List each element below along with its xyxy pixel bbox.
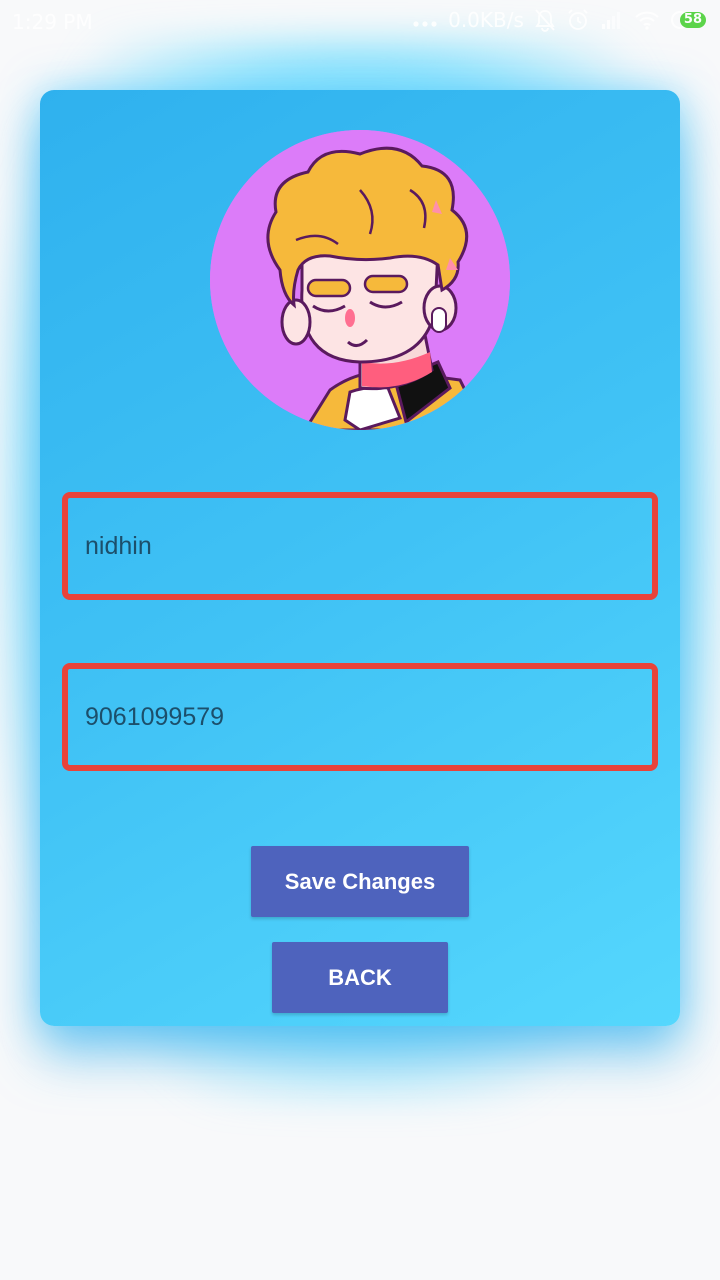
status-time: 1:29 PM <box>12 10 93 34</box>
name-input[interactable] <box>68 498 652 594</box>
bell-off-icon <box>535 9 555 32</box>
network-speed: 0.0KB/s <box>448 8 524 32</box>
alarm-icon <box>568 9 588 30</box>
profile-card: Save Changes BACK <box>40 90 680 1026</box>
avatar <box>210 130 510 430</box>
save-changes-button[interactable]: Save Changes <box>251 846 469 917</box>
phone-field[interactable] <box>62 663 658 771</box>
dots-icon <box>413 21 437 27</box>
back-button[interactable]: BACK <box>272 942 448 1013</box>
status-icons: 0.0KB/s 58 <box>412 8 706 32</box>
status-bar: 1:29 PM 0.0KB/s 58 <box>0 0 720 48</box>
name-field[interactable] <box>62 492 658 600</box>
avatar-illustration-icon <box>210 130 510 430</box>
battery-level: 58 <box>679 12 706 28</box>
phone-input[interactable] <box>68 669 652 765</box>
edit-profile-screen: 1:29 PM 0.0KB/s 58 nidhin 9061099579 Sav… <box>0 0 720 1280</box>
battery-icon: 58 <box>670 9 706 31</box>
wifi-icon <box>635 11 659 30</box>
signal-icon <box>601 12 620 29</box>
